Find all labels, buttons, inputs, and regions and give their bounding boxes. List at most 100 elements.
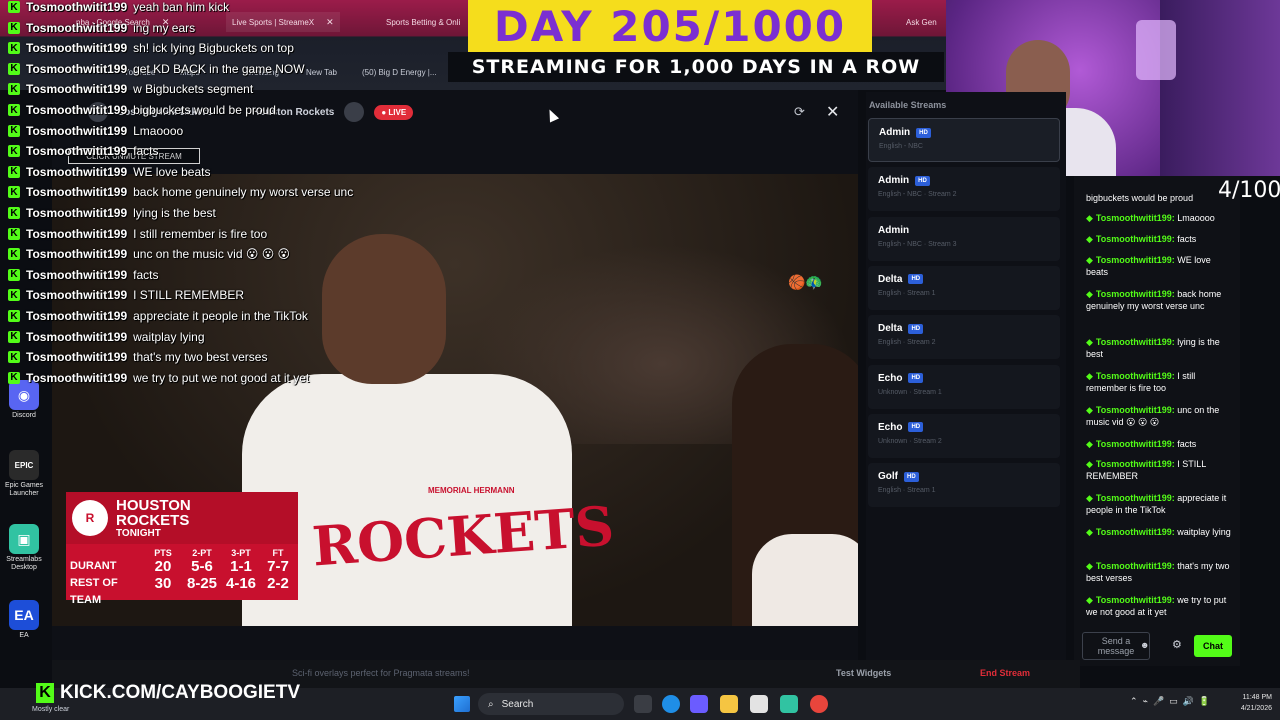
- desktop-icon-epic-games-launcher[interactable]: EPIC Epic Games Launcher: [4, 450, 44, 498]
- stream-name-label: Admin: [878, 175, 910, 187]
- gear-icon[interactable]: ⚙: [1172, 638, 1182, 651]
- chat-username: Tosmoothwitit199: [26, 0, 128, 14]
- browser-tab-active[interactable]: Live Sports | StreameX ✕: [226, 12, 340, 32]
- close-tab-icon[interactable]: ✕: [326, 17, 334, 28]
- file-explorer-icon[interactable]: [720, 695, 738, 713]
- stream-option-delta[interactable]: Delta HD English · Stream 1: [868, 265, 1060, 310]
- task-view-icon[interactable]: [634, 695, 652, 713]
- kick-diamond-icon: ◆: [1086, 337, 1093, 347]
- overlay-chat-row: K Tosmoothwitit199 we try to put we not go…: [8, 371, 309, 385]
- close-icon[interactable]: ✕: [826, 102, 839, 122]
- store-icon[interactable]: [750, 695, 768, 713]
- stream-option-golf[interactable]: Golf HD English · Stream 1: [868, 463, 1060, 508]
- stream-name: Echo HD: [878, 373, 1050, 384]
- kick-badge-icon: K: [8, 83, 20, 96]
- chat-username: Tosmoothwitit199:: [1095, 527, 1175, 537]
- chat-message: ◆ Tosmoothwitit199: I still remember is f…: [1086, 370, 1234, 394]
- stream-option-admin[interactable]: Admin English - NBC · Stream 3: [868, 216, 1060, 261]
- chat-username: Tosmoothwitit199: [26, 329, 128, 344]
- streamlabs-icon[interactable]: [780, 695, 798, 713]
- chat-username: Tosmoothwitit199:: [1095, 234, 1175, 244]
- streams-panel-title: Available Streams: [869, 100, 947, 110]
- kick-badge-icon: K: [8, 248, 20, 261]
- scoreboard: R HOUSTON ROCKETS TONIGHT PTS 2-PT 3-PT …: [66, 492, 298, 606]
- chat-message-text: that's my two best verses: [133, 350, 268, 365]
- edge-icon[interactable]: [662, 695, 680, 713]
- stat-cell: 8-25: [186, 575, 218, 592]
- copilot-icon[interactable]: [690, 695, 708, 713]
- windows-start-icon[interactable]: [454, 696, 470, 712]
- desktop-icon-ea[interactable]: EA EA: [4, 600, 44, 640]
- stream-option-echo[interactable]: Echo HD Unknown · Stream 1: [868, 364, 1060, 409]
- stream-name-label: Admin: [879, 127, 911, 138]
- stream-option-echo[interactable]: Echo HD Unknown · Stream 2: [868, 413, 1060, 458]
- kick-badge-icon: K: [8, 104, 20, 116]
- end-stream-button[interactable]: End Stream: [980, 668, 1030, 678]
- system-tray[interactable]: ⌃ ⌁ 🎤 ▭ 🔊 🔋: [1130, 696, 1210, 707]
- chat-username: Tosmoothwitit199:: [1095, 439, 1175, 449]
- row-label: DURANT: [70, 560, 117, 572]
- taskbar-clock[interactable]: 11:48 PM 4/21/2026: [1228, 692, 1272, 714]
- search-icon: ⌕: [488, 698, 494, 710]
- stream-source: English - NBC: [879, 143, 923, 150]
- stream-option-delta[interactable]: Delta HD English · Stream 2: [868, 315, 1060, 360]
- desktop-icon-label: Discord: [12, 412, 36, 419]
- weather-widget[interactable]: Mostly clear: [32, 706, 69, 713]
- kick-chat-panel: bigbuckets would be proud ◆ Tosmoothwitit1…: [1074, 176, 1240, 666]
- player-head: [322, 234, 446, 384]
- tab-label: Live Sports | StreameX: [232, 17, 315, 27]
- overlay-chat-row: K Tosmoothwitit199 Lmaoooo: [8, 124, 183, 138]
- kick-badge-icon: K: [8, 227, 20, 240]
- overlay-chat-row: K Tosmoothwitit199 yeah ban him kick: [8, 0, 229, 14]
- kick-badge-icon: K: [8, 310, 20, 322]
- refresh-icon[interactable]: ⟳: [794, 104, 808, 119]
- kick-url-overlay: K KICK.COM/CAYBOOGIETV: [36, 682, 300, 704]
- sponsor-patch: MEMORIAL HERMANN: [428, 486, 515, 495]
- kick-badge-icon: K: [8, 42, 20, 55]
- header-cell: [70, 548, 144, 558]
- hd-badge: HD: [908, 323, 924, 334]
- chat-username: Tosmoothwitit199: [26, 164, 128, 179]
- stream-name-label: Delta: [878, 323, 903, 335]
- bookmark[interactable]: (50) Big D Energy |...: [362, 68, 437, 77]
- goal-counter: 4/100: [1218, 178, 1280, 203]
- kick-diamond-icon: ◆: [1086, 234, 1093, 244]
- promo-hint[interactable]: Sci-fi overlays perfect for Pragmata str…: [292, 668, 470, 678]
- chat-username: Tosmoothwitit199: [26, 309, 128, 323]
- chat-message-text: get KD BACK in the game NOW: [133, 61, 305, 76]
- chrome-icon[interactable]: [810, 695, 828, 713]
- desktop-icon-streamlabs-desktop[interactable]: ▣ Streamlabs Desktop: [4, 524, 44, 572]
- overlay-chat-row: K Tosmoothwitit199 bigbuckets would be pro…: [8, 103, 276, 117]
- hd-badge: HD: [908, 373, 924, 383]
- stream-option-admin[interactable]: Admin HD English - NBC: [868, 118, 1060, 162]
- browser-tab[interactable]: Sports Betting & Onli: [380, 12, 466, 32]
- taskbar-search[interactable]: ⌕ Search: [478, 693, 624, 715]
- video-frame[interactable]: ROCKETS MEMORIAL HERMANN 🏀🦚 R HOUSTON RO…: [52, 174, 858, 626]
- chat-username: Tosmoothwitit199: [26, 61, 128, 76]
- kick-badge-icon: K: [8, 207, 20, 219]
- chat-message-text: facts: [133, 267, 159, 282]
- bookmark[interactable]: New Tab: [306, 68, 337, 77]
- chat-message: ◆ Tosmoothwitit199: WE love beats: [1086, 254, 1234, 278]
- browser-tab[interactable]: Ask Gen: [900, 12, 943, 32]
- desktop-icon-discord[interactable]: ◉ Discord: [4, 380, 44, 420]
- test-widgets-button[interactable]: Test Widgets: [836, 668, 891, 678]
- chat-message-text: bigbuckets would be proud: [1086, 193, 1194, 203]
- chat-username: Tosmoothwitit199: [26, 103, 128, 117]
- overlay-chat-row: K Tosmoothwitit199 WE love beats: [8, 165, 211, 179]
- overlay-chat-row: K Tosmoothwitit199 ing my ears: [8, 21, 195, 35]
- chat-username: Tosmoothwitit199:: [1095, 213, 1175, 223]
- scoreboard-row: DURANT 20 5-6 1-1 7-7: [70, 558, 296, 575]
- chat-message-text: lying is the best: [133, 206, 216, 220]
- stream-name: Admin HD: [878, 175, 1050, 186]
- stream-option-admin[interactable]: Admin HD English - NBC · Stream 2: [868, 167, 1060, 212]
- chat-send-button[interactable]: Chat: [1194, 635, 1232, 657]
- stream-name-label: Golf: [878, 471, 898, 483]
- stat-cell: 7-7: [267, 558, 289, 575]
- chat-message-text: appreciate it people in the TikTok: [133, 309, 308, 323]
- emoji-icon[interactable]: ☻: [1140, 640, 1149, 650]
- chat-username: Tosmoothwitit199:: [1095, 255, 1175, 265]
- kick-badge-icon: K: [8, 145, 20, 158]
- overlay-chat-row: K Tosmoothwitit199 facts: [8, 144, 158, 158]
- chat-username: Tosmoothwitit199: [26, 247, 128, 262]
